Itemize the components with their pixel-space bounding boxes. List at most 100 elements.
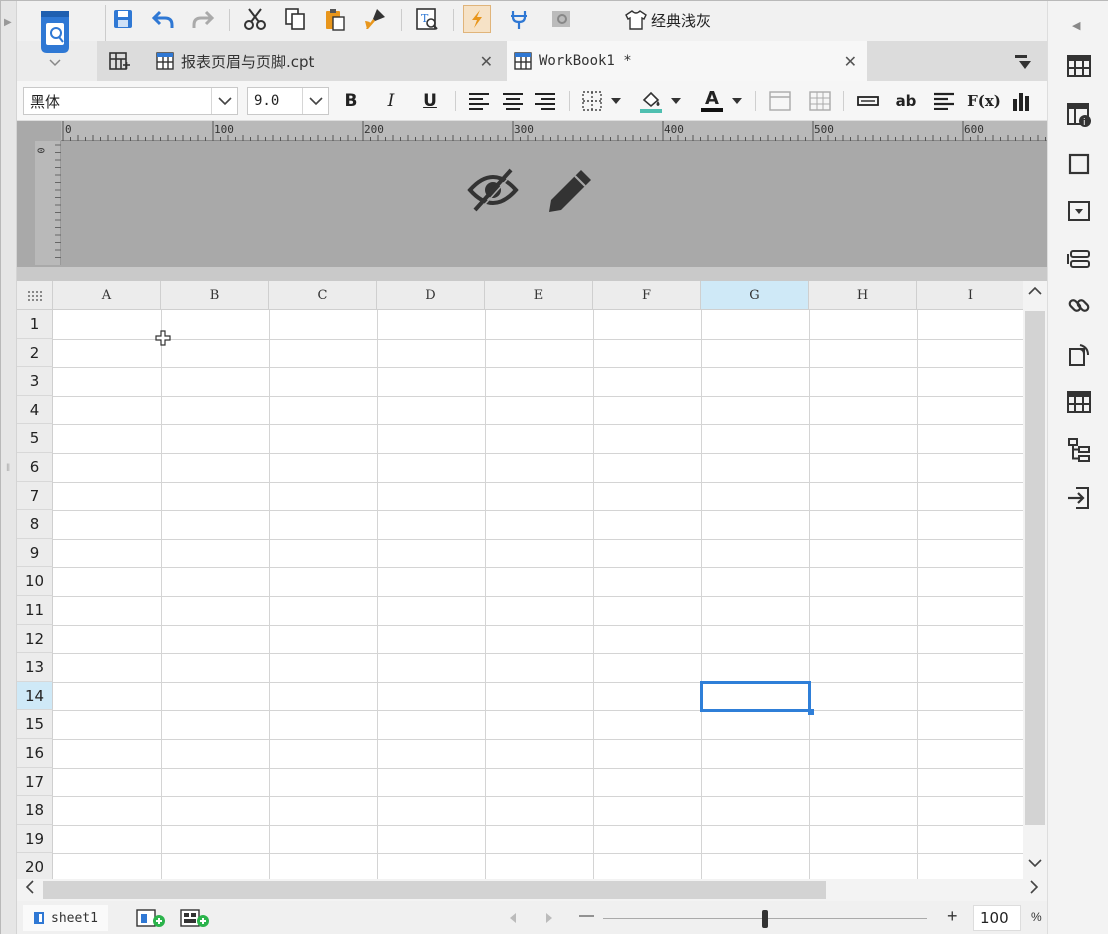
fill-handle[interactable] <box>808 709 814 716</box>
chevron-down-icon[interactable] <box>211 88 237 114</box>
row-header-7[interactable]: 7 <box>17 481 53 511</box>
spreadsheet-grid[interactable]: ABCDEFGHI 1 2 3 4 5 6 7 8 9 10 11 12 13 14 15 16 17 18 19 2… <box>17 281 1023 879</box>
fill-color-icon[interactable] <box>638 88 664 114</box>
mobile-attribute-icon[interactable] <box>1064 339 1094 369</box>
row-header-11[interactable]: 11 <box>17 596 53 625</box>
row-header-12[interactable]: 12 <box>17 624 53 654</box>
undo-icon[interactable] <box>149 5 177 33</box>
resize-grip-icon[interactable]: ‖ <box>6 463 10 474</box>
format-painter-icon[interactable] <box>361 5 389 33</box>
zoom-out-button[interactable]: — <box>579 907 594 924</box>
header-divider[interactable] <box>17 267 1047 281</box>
font-family-select[interactable]: 黑体 <box>23 87 238 115</box>
add-sheet-icon[interactable] <box>135 908 169 931</box>
row-header-6[interactable]: 6 <box>17 453 53 482</box>
chevron-right-icon[interactable] <box>1029 880 1039 898</box>
text-color-icon[interactable]: A <box>699 88 725 114</box>
row-header-4[interactable]: 4 <box>17 395 53 425</box>
row-header-17[interactable]: 17 <box>17 767 53 797</box>
row-header-3[interactable]: 3 <box>17 367 53 396</box>
bold-button[interactable]: B <box>338 88 364 114</box>
float-element-icon[interactable] <box>1064 149 1094 179</box>
sheet-tab[interactable]: sheet1 <box>23 905 108 931</box>
tab-workbook1[interactable]: WorkBook1 * ✕ <box>507 41 867 81</box>
expand-arrow-icon[interactable]: ▶ <box>4 17 12 28</box>
new-report-icon[interactable] <box>97 41 141 81</box>
column-header-g[interactable]: G <box>701 281 809 310</box>
row-header-14[interactable]: 14 <box>17 681 53 711</box>
italic-button[interactable]: I <box>378 88 404 114</box>
chevron-down-icon[interactable] <box>302 88 328 114</box>
edit-header-icon[interactable] <box>545 166 595 219</box>
prev-sheet-icon[interactable] <box>509 912 517 927</box>
column-header-h[interactable]: H <box>809 281 917 310</box>
close-icon[interactable]: ✕ <box>844 52 857 72</box>
column-header-c[interactable]: C <box>269 281 377 310</box>
connect-icon[interactable] <box>505 5 533 33</box>
cut-icon[interactable] <box>241 5 269 33</box>
merge-cells-icon[interactable] <box>767 88 793 114</box>
zoom-input[interactable]: 100 <box>973 905 1021 931</box>
collapse-arrow-icon[interactable]: ◀ <box>1072 19 1080 32</box>
unmerge-cells-icon[interactable] <box>807 88 833 114</box>
text-label-button[interactable]: ab <box>893 88 919 114</box>
chevron-up-icon[interactable] <box>1028 285 1042 299</box>
column-header-a[interactable]: A <box>53 281 161 310</box>
row-header-2[interactable]: 2 <box>17 338 53 368</box>
column-header-i[interactable]: I <box>917 281 1023 310</box>
copy-icon[interactable] <box>281 5 309 33</box>
paragraph-icon[interactable] <box>931 88 957 114</box>
underline-button[interactable]: U <box>417 88 443 114</box>
column-header-f[interactable]: F <box>593 281 701 310</box>
zoom-slider-handle[interactable] <box>762 910 768 928</box>
add-dashboard-sheet-icon[interactable] <box>179 908 213 931</box>
font-size-select[interactable]: 9.0 <box>247 87 329 115</box>
border-icon[interactable] <box>580 88 606 114</box>
row-header-13[interactable]: 13 <box>17 653 53 682</box>
chevron-down-icon[interactable] <box>1028 857 1042 871</box>
scrollbar-thumb[interactable] <box>43 881 826 899</box>
column-header-d[interactable]: D <box>377 281 485 310</box>
select-all-corner[interactable] <box>17 281 53 310</box>
widget-settings-icon[interactable] <box>1064 196 1094 226</box>
row-header-10[interactable]: 10 <box>17 567 53 596</box>
chart-icon[interactable] <box>1009 88 1035 114</box>
row-header-5[interactable]: 5 <box>17 424 53 453</box>
paste-icon[interactable] <box>321 5 349 33</box>
theme-switch-button[interactable]: 经典浅灰 <box>625 7 711 33</box>
cell-attribute-icon[interactable]: i <box>1064 100 1094 130</box>
vertical-scrollbar[interactable] <box>1023 281 1047 879</box>
hyperlink-icon[interactable] <box>1064 291 1094 321</box>
row-header-15[interactable]: 15 <box>17 710 53 739</box>
chevron-down-icon[interactable] <box>608 88 624 114</box>
row-header-16[interactable]: 16 <box>17 739 53 768</box>
align-center-icon[interactable] <box>500 88 526 114</box>
row-header-19[interactable]: 19 <box>17 824 53 854</box>
import-icon[interactable] <box>1064 483 1094 513</box>
cell-element-icon[interactable] <box>1064 51 1094 81</box>
condition-attribute-icon[interactable] <box>1064 244 1094 274</box>
sheet-attribute-icon[interactable] <box>1064 387 1094 417</box>
chevron-down-icon[interactable] <box>729 88 745 114</box>
selected-cell[interactable] <box>700 680 811 713</box>
find-icon[interactable]: T <box>413 5 441 33</box>
preview-icon[interactable] <box>547 5 575 33</box>
horizontal-scrollbar[interactable] <box>17 879 1047 901</box>
row-header-20[interactable]: 20 <box>17 853 53 879</box>
save-icon[interactable] <box>109 5 137 33</box>
hide-header-icon[interactable] <box>467 166 519 217</box>
redo-icon[interactable] <box>189 5 217 33</box>
align-left-icon[interactable] <box>466 88 492 114</box>
row-header-9[interactable]: 9 <box>17 538 53 568</box>
close-icon[interactable]: ✕ <box>480 52 493 72</box>
row-header-18[interactable]: 18 <box>17 796 53 825</box>
align-right-icon[interactable] <box>532 88 558 114</box>
app-logo-icon[interactable] <box>37 7 73 67</box>
scrollbar-thumb[interactable] <box>1025 311 1045 825</box>
chevron-left-icon[interactable] <box>25 880 35 898</box>
left-collapse-strip[interactable]: ▶ ‖ <box>1 1 17 934</box>
row-header-1[interactable]: 1 <box>17 310 53 339</box>
tree-structure-icon[interactable] <box>1064 435 1094 465</box>
tab-list-icon[interactable] <box>1013 53 1033 74</box>
page-header-area[interactable]: 0 100 200 300 400 500 600 0 <box>17 121 1047 267</box>
